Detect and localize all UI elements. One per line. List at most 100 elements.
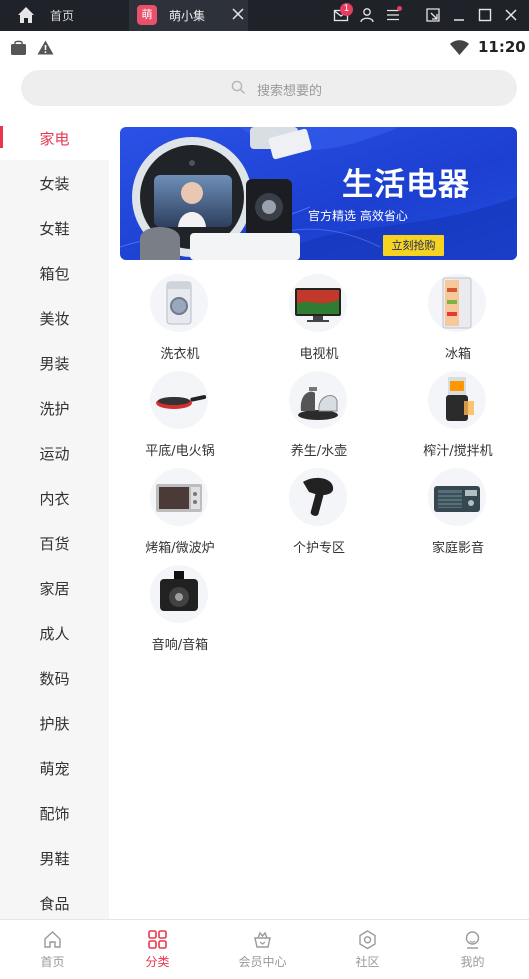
promo-banner[interactable]: 生活电器 官方精选 高效省心 立刻抢购 xyxy=(120,127,517,260)
sidebar-item[interactable]: 女鞋 xyxy=(0,205,109,250)
product-category-item[interactable]: 洗衣机 xyxy=(110,270,250,367)
crown-basket-icon xyxy=(252,929,273,950)
sidebar-item-label: 美妆 xyxy=(39,310,70,328)
product-category-item[interactable]: 平底/电火锅 xyxy=(110,367,250,464)
hair-dryer-icon xyxy=(289,468,347,526)
sidebar-item[interactable]: 护肤 xyxy=(0,700,109,745)
bottom-tab-bar: 首页 分类 会员中心 社区 我的 xyxy=(0,919,529,978)
sidebar-item[interactable]: 内衣 xyxy=(0,475,109,520)
sidebar-item[interactable]: 运动 xyxy=(0,430,109,475)
popout-icon[interactable] xyxy=(425,7,441,23)
product-category-label: 音响/音箱 xyxy=(151,638,209,653)
product-category-item[interactable]: 电视机 xyxy=(249,270,389,367)
sidebar-item-label: 家电 xyxy=(39,130,70,148)
tab-label: 社区 xyxy=(355,955,380,969)
product-category-label: 个护专区 xyxy=(292,541,345,556)
sidebar-item[interactable]: 百货 xyxy=(0,520,109,565)
status-bar: 11:20 xyxy=(0,31,529,63)
status-time: 11:20 xyxy=(478,38,526,56)
product-category-item[interactable]: 家庭影音 xyxy=(388,464,528,561)
sidebar-item[interactable]: 男装 xyxy=(0,340,109,385)
tab-label: 分类 xyxy=(145,955,170,969)
tab-hexagon[interactable]: 社区 xyxy=(315,920,420,979)
sidebar-item[interactable]: 家居 xyxy=(0,565,109,610)
sidebar-item[interactable]: 食品 xyxy=(0,880,109,920)
window-title-bar: 首页 萌 萌小集 1 xyxy=(0,0,529,31)
sidebar-item[interactable]: 成人 xyxy=(0,610,109,655)
frying-pan-icon xyxy=(150,371,208,429)
home-icon[interactable] xyxy=(16,5,36,25)
tab-grid[interactable]: 分类 xyxy=(105,920,210,979)
minimize-icon[interactable] xyxy=(451,7,467,23)
sidebar-item[interactable]: 家电 xyxy=(0,115,109,160)
product-category-item[interactable]: 个护专区 xyxy=(249,464,389,561)
product-category-label: 养生/水壶 xyxy=(290,444,348,459)
banner-buy-button[interactable]: 立刻抢购 xyxy=(383,235,444,256)
sidebar-item-label: 百货 xyxy=(39,535,70,553)
speaker-icon xyxy=(150,565,208,623)
sidebar-item-label: 箱包 xyxy=(39,265,70,283)
app-tab-icon: 萌 xyxy=(137,5,157,25)
search-icon xyxy=(231,80,245,94)
sidebar-item-label: 男装 xyxy=(39,355,70,373)
refrigerator-icon xyxy=(428,274,486,332)
tab-person[interactable]: 我的 xyxy=(420,920,525,979)
television-icon xyxy=(289,274,347,332)
product-category-label: 家庭影音 xyxy=(431,541,484,556)
tab-label: 首页 xyxy=(40,955,65,969)
washing-machine-icon xyxy=(150,274,208,332)
sidebar-item-label: 食品 xyxy=(39,895,70,913)
sidebar-item[interactable]: 箱包 xyxy=(0,250,109,295)
shopping-bag-icon xyxy=(11,40,26,55)
close-icon[interactable] xyxy=(230,6,246,22)
product-category-item[interactable]: 榨汁/搅拌机 xyxy=(388,367,528,464)
microwave-icon xyxy=(150,468,208,526)
app-tab[interactable]: 萌 萌小集 xyxy=(129,0,248,31)
sidebar-item-label: 女鞋 xyxy=(39,220,70,238)
product-category-item[interactable]: 养生/水壶 xyxy=(249,367,389,464)
maximize-icon[interactable] xyxy=(477,7,493,23)
sidebar-item-label: 配饰 xyxy=(39,805,70,823)
sidebar-item[interactable]: 洗护 xyxy=(0,385,109,430)
sidebar-item[interactable]: 配饰 xyxy=(0,790,109,835)
product-category-item[interactable]: 音响/音箱 xyxy=(110,561,250,658)
sidebar-item[interactable]: 美妆 xyxy=(0,295,109,340)
sidebar-item-label: 家居 xyxy=(39,580,70,598)
sidebar-item-label: 女装 xyxy=(39,175,70,193)
search-placeholder: 搜索想要的 xyxy=(257,84,323,99)
tab-label: 会员中心 xyxy=(238,955,287,969)
home-icon xyxy=(42,929,63,950)
user-icon[interactable] xyxy=(359,7,375,23)
tab-home[interactable]: 首页 xyxy=(0,920,105,979)
tab-crown-basket[interactable]: 会员中心 xyxy=(210,920,315,979)
product-category-label: 榨汁/搅拌机 xyxy=(423,444,493,459)
grid-icon xyxy=(147,929,168,950)
sidebar-item-label: 护肤 xyxy=(39,715,70,733)
banner-subtitle: 官方精选 高效省心 xyxy=(308,209,408,223)
notification-badge: 1 xyxy=(340,3,353,16)
home-tab-label[interactable]: 首页 xyxy=(50,7,74,24)
close-window-icon[interactable] xyxy=(503,7,519,23)
sidebar-item[interactable]: 男鞋 xyxy=(0,835,109,880)
sidebar-item-label: 成人 xyxy=(39,625,70,643)
sidebar-item-label: 萌宠 xyxy=(39,760,70,778)
sidebar-item[interactable]: 女装 xyxy=(0,160,109,205)
sidebar-item-label: 数码 xyxy=(39,670,70,688)
search-bar[interactable]: 搜索想要的 xyxy=(21,70,517,106)
warning-icon xyxy=(37,40,54,55)
person-icon xyxy=(462,929,483,950)
hexagon-icon xyxy=(357,929,378,950)
sidebar-item-label: 洗护 xyxy=(39,400,70,418)
category-sidebar[interactable]: 家电女装女鞋箱包美妆男装洗护运动内衣百货家居成人数码护肤萌宠配饰男鞋食品 xyxy=(0,115,109,920)
product-category-label: 平底/电火锅 xyxy=(145,444,215,459)
product-category-item[interactable]: 烤箱/微波炉 xyxy=(110,464,250,561)
product-category-grid: 洗衣机 电视机 冰箱平底/电火锅 养生/水壶 榨汁/搅拌机烤箱/微波炉 个护专区 家庭影音音… xyxy=(110,270,529,670)
tab-label: 我的 xyxy=(460,955,485,969)
sidebar-item[interactable]: 萌宠 xyxy=(0,745,109,790)
sidebar-item-label: 运动 xyxy=(39,445,70,463)
product-category-item[interactable]: 冰箱 xyxy=(388,270,528,367)
banner-title: 生活电器 xyxy=(342,167,470,203)
product-category-label: 洗衣机 xyxy=(160,347,200,362)
radio-icon xyxy=(428,468,486,526)
sidebar-item[interactable]: 数码 xyxy=(0,655,109,700)
